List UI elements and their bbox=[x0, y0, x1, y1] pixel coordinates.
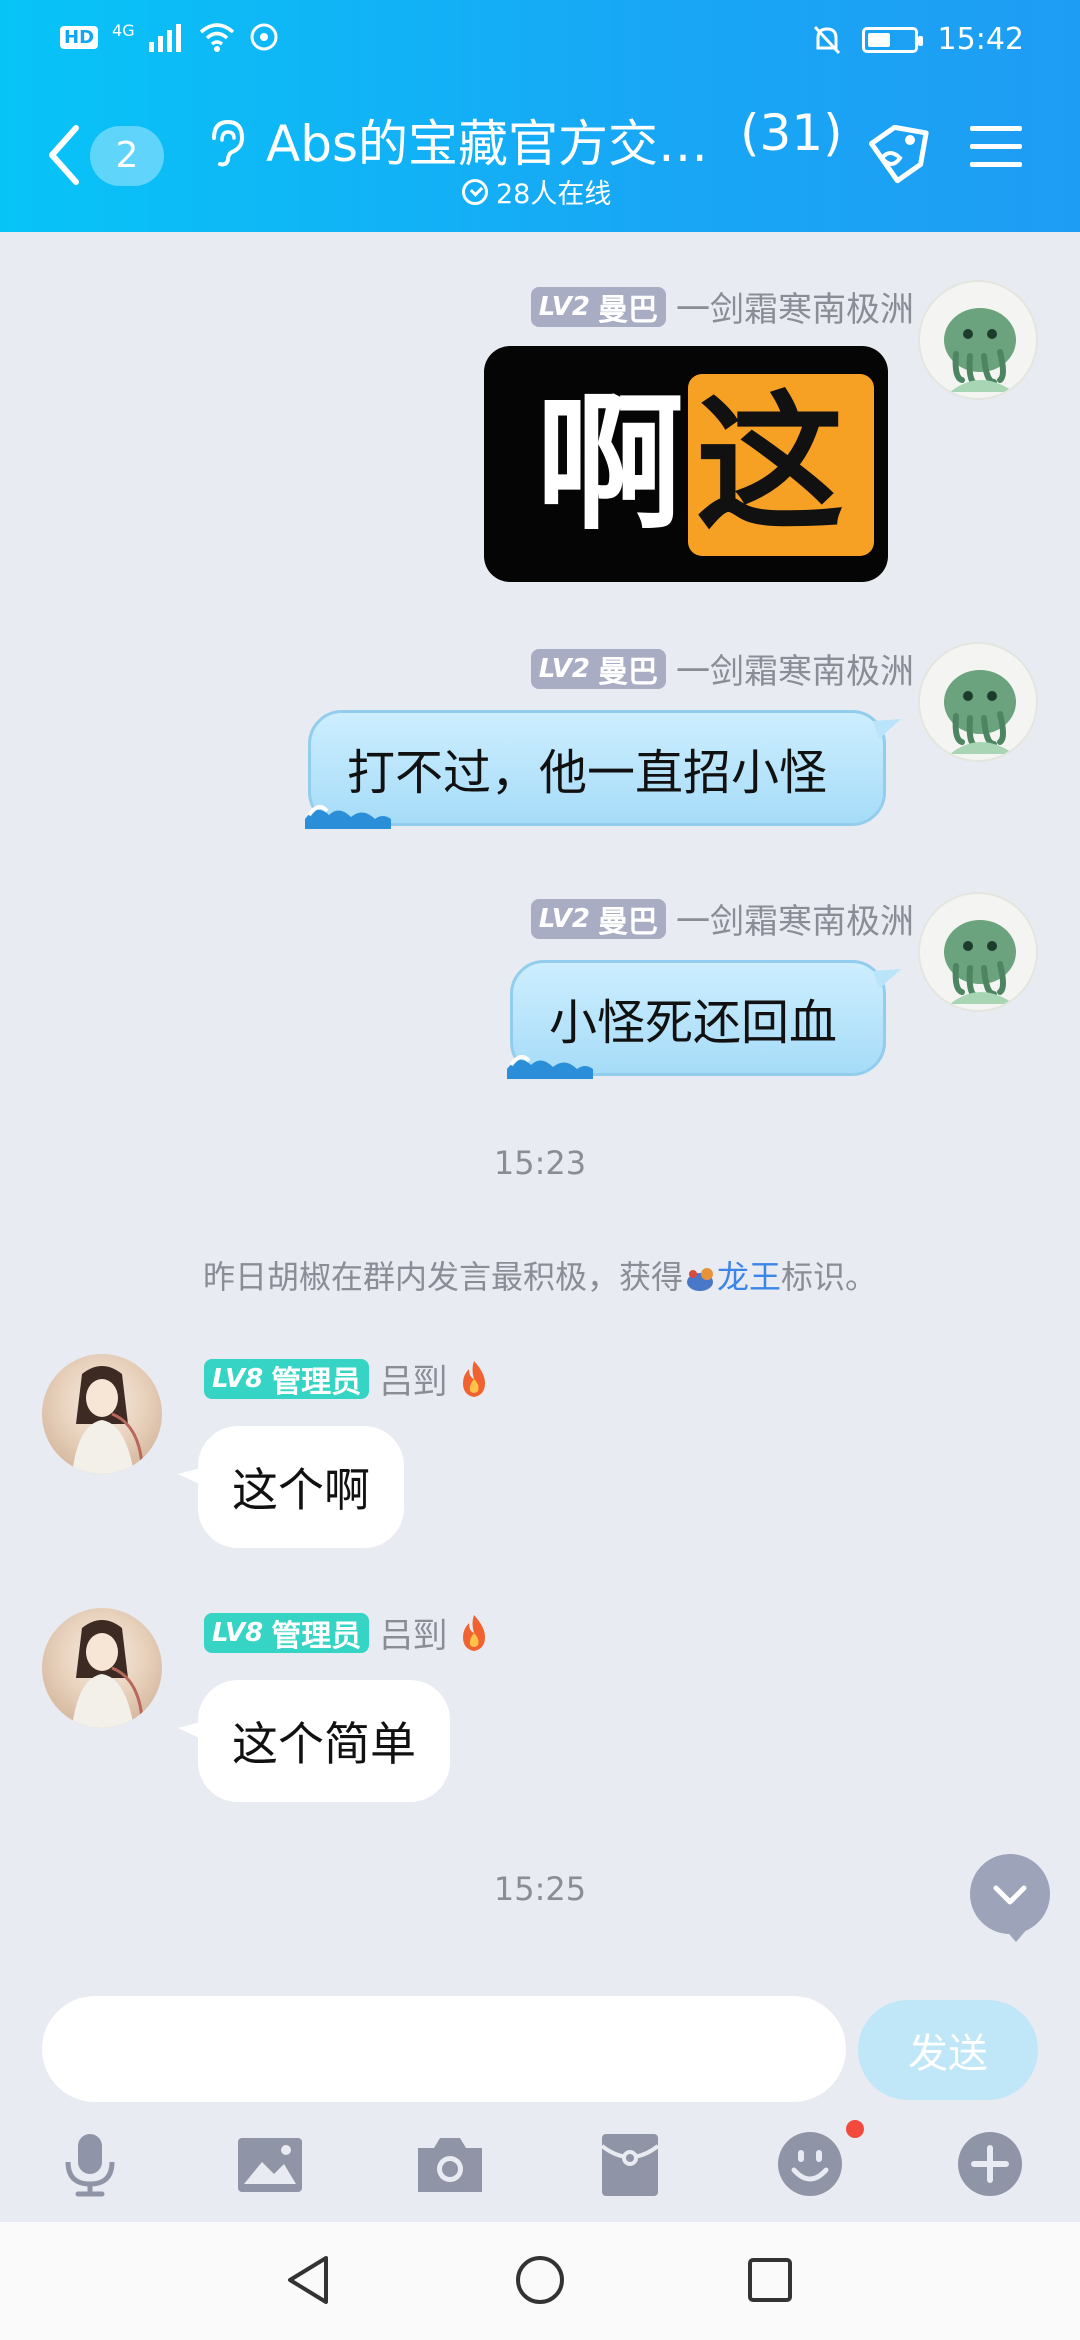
avatar-admin[interactable] bbox=[42, 1608, 162, 1728]
bubble-tail bbox=[178, 1720, 208, 1742]
sticker-image[interactable]: 啊 这 bbox=[484, 346, 888, 582]
nav-recents-icon[interactable] bbox=[744, 2252, 796, 2308]
bubble-tail bbox=[873, 969, 901, 989]
microphone-icon[interactable] bbox=[54, 2128, 126, 2200]
menu-icon[interactable] bbox=[968, 118, 1024, 174]
camera-icon[interactable] bbox=[414, 2128, 486, 2200]
timestamp: 15:23 bbox=[493, 1144, 587, 1182]
wave-decoration-icon bbox=[305, 804, 391, 829]
cthulhu-avatar-icon bbox=[944, 920, 1016, 1004]
input-toolbar bbox=[0, 2106, 1080, 2222]
notification-dot bbox=[846, 2120, 864, 2138]
chevron-down-icon bbox=[993, 1885, 1027, 1905]
sender-meta: LV8 管理员 吕剄 bbox=[204, 1608, 491, 1657]
wave-decoration-icon bbox=[507, 1054, 593, 1079]
battery-icon bbox=[861, 26, 923, 53]
fire-icon bbox=[463, 1360, 486, 1397]
bubble-tail bbox=[178, 1466, 208, 1488]
sticker-char-1: 啊 bbox=[536, 378, 684, 550]
avatar-self[interactable] bbox=[918, 892, 1038, 1012]
ear-icon[interactable] bbox=[204, 118, 248, 168]
message-bubble-self[interactable]: 小怪死还回血 bbox=[507, 960, 901, 1079]
notice-text: 标识。 bbox=[781, 1258, 878, 1296]
sender-meta: LV2 曼巴 一剑霜寒南极洲 bbox=[530, 282, 914, 331]
wifi-icon bbox=[199, 23, 234, 52]
message-text: 这个简单 bbox=[232, 1717, 416, 1771]
online-count: 28人在线 bbox=[496, 179, 612, 210]
level-badge: LV8 管理员 bbox=[204, 1358, 370, 1400]
scroll-to-bottom-button[interactable] bbox=[970, 1854, 1050, 1942]
level-badge: LV8 管理员 bbox=[204, 1612, 370, 1654]
sender-meta: LV2 曼巴 一剑霜寒南极洲 bbox=[530, 644, 914, 693]
fire-icon bbox=[463, 1614, 486, 1651]
online-status: 28人在线 bbox=[462, 172, 611, 211]
message-bubble-other[interactable]: 这个啊 bbox=[178, 1426, 404, 1548]
nav-home-icon[interactable] bbox=[512, 2252, 568, 2308]
composer: 发送 bbox=[0, 1972, 1080, 2106]
back-arrow-icon[interactable] bbox=[44, 120, 84, 190]
mute-bell-icon bbox=[813, 25, 840, 54]
network-type: 4G bbox=[112, 20, 135, 40]
character-avatar-icon bbox=[72, 1620, 144, 1728]
cthulhu-avatar-icon bbox=[944, 308, 1016, 392]
send-button[interactable]: 发送 bbox=[858, 2000, 1038, 2100]
plus-icon[interactable] bbox=[954, 2128, 1026, 2200]
message-text: 打不过，他一直招小怪 bbox=[347, 745, 828, 801]
unread-badge[interactable]: 2 bbox=[90, 126, 164, 186]
sender-name: 一剑霜寒南极洲 bbox=[676, 290, 914, 330]
timestamp: 15:25 bbox=[493, 1870, 587, 1908]
notice-text: 昨日胡椒在群内发言最积极，获得 bbox=[202, 1258, 683, 1296]
sender-meta: LV2 曼巴 一剑霜寒南极洲 bbox=[530, 894, 914, 943]
member-count: (31) bbox=[740, 104, 843, 162]
group-title[interactable]: Abs的宝藏官方交… bbox=[266, 104, 708, 176]
level-badge: LV2 曼巴 bbox=[530, 898, 666, 940]
avatar-self[interactable] bbox=[918, 280, 1038, 400]
status-bar: HD 4G 15:42 bbox=[0, 14, 1080, 70]
level-badge: LV2 曼巴 bbox=[530, 286, 666, 328]
signal-icon bbox=[148, 24, 181, 52]
tag-icon[interactable] bbox=[860, 118, 932, 190]
system-notice: 昨日胡椒在群内发言最积极，获得 龙王标识。 bbox=[0, 1252, 1080, 1298]
message-input[interactable] bbox=[42, 1996, 846, 2102]
message-text: 这个啊 bbox=[232, 1463, 370, 1517]
avatar-admin[interactable] bbox=[42, 1354, 162, 1474]
clock: 15:42 bbox=[937, 22, 1024, 57]
cthulhu-avatar-icon bbox=[944, 670, 1016, 754]
online-check-icon bbox=[462, 178, 488, 205]
sticker-char-2: 这 bbox=[696, 378, 844, 550]
message-list[interactable]: LV2 曼巴 一剑霜寒南极洲 啊 这 LV2 曼巴 一剑霜寒南极洲 打不过，他一直招… bbox=[0, 232, 1080, 1972]
dragon-king-icon bbox=[686, 1268, 713, 1291]
sender-name: 一剑霜寒南极洲 bbox=[676, 652, 914, 692]
sender-name: 吕剄 bbox=[379, 1362, 448, 1402]
system-nav-bar bbox=[0, 2222, 1080, 2340]
sender-meta: LV8 管理员 吕剄 bbox=[204, 1354, 491, 1403]
emoji-icon[interactable] bbox=[774, 2128, 846, 2200]
character-avatar-icon bbox=[72, 1366, 144, 1474]
nav-back-icon[interactable] bbox=[282, 2252, 334, 2308]
image-icon[interactable] bbox=[234, 2128, 306, 2200]
level-badge: LV2 曼巴 bbox=[530, 648, 666, 690]
message-bubble-other[interactable]: 这个简单 bbox=[178, 1680, 450, 1802]
hotspot-icon bbox=[250, 23, 278, 51]
message-bubble-self[interactable]: 打不过，他一直招小怪 bbox=[305, 710, 901, 829]
hd-indicator: HD bbox=[60, 25, 99, 49]
chat-header: HD 4G 15:42 2 Abs的宝藏官方交… (31) 28人在线 bbox=[0, 0, 1080, 232]
sender-name: 一剑霜寒南极洲 bbox=[676, 902, 914, 942]
red-packet-icon[interactable] bbox=[594, 2128, 666, 2200]
avatar-self[interactable] bbox=[918, 642, 1038, 762]
sender-name: 吕剄 bbox=[379, 1616, 448, 1656]
dragon-king-link[interactable]: 龙王 bbox=[717, 1258, 781, 1296]
bubble-tail bbox=[873, 719, 901, 739]
